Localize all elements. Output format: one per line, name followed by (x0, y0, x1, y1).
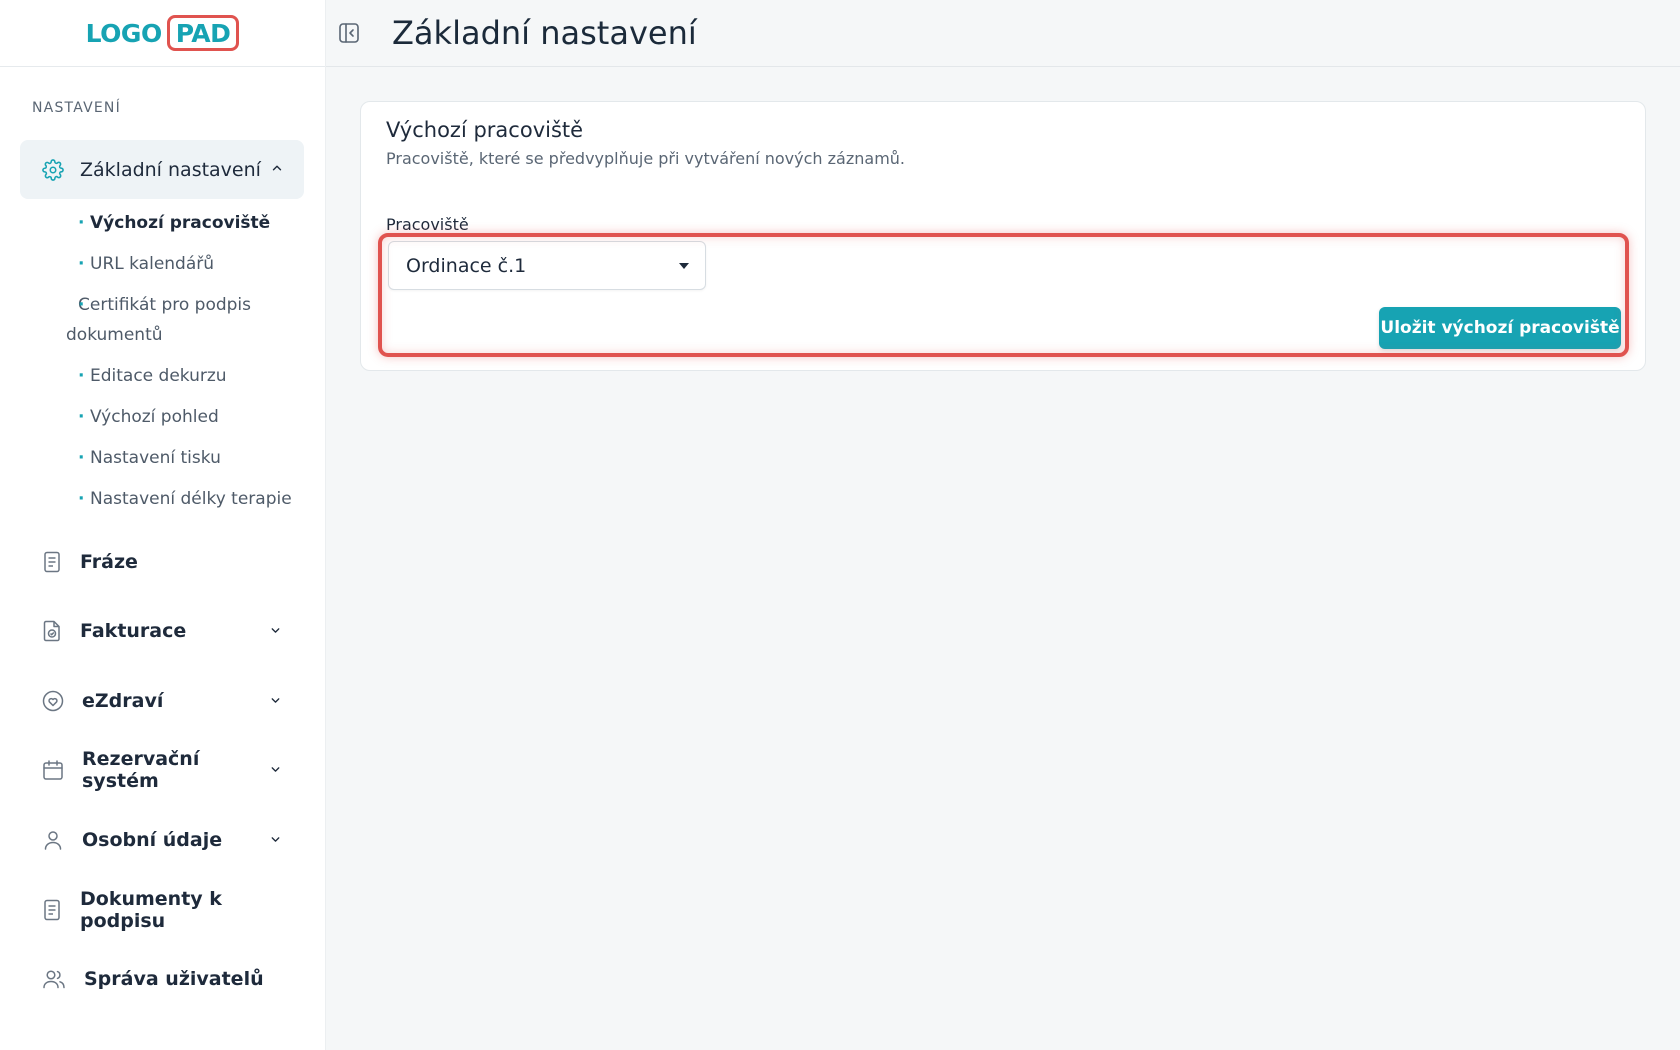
chevron-down-icon (269, 692, 282, 711)
subnav-item-nastaveni-tisku[interactable]: Nastavení tisku (78, 443, 308, 473)
chevron-down-icon (269, 622, 282, 641)
chevron-down-icon (269, 761, 282, 780)
invoice-icon (42, 620, 62, 642)
sidebar-item-label: Rezervační systém (82, 748, 200, 792)
sidebar-item-label: Fráze (80, 551, 138, 573)
subnav-item-url-kalendaru[interactable]: URL kalendářů (78, 249, 308, 279)
logo-area: LOGO PAD (0, 0, 325, 67)
workplace-select[interactable]: Ordinace č.1 (388, 241, 706, 290)
sidebar-item-label: Dokumenty k podpisu (80, 888, 222, 932)
default-workplace-card: Výchozí pracoviště Pracoviště, které se … (360, 101, 1646, 371)
chevron-down-icon (269, 831, 282, 850)
gear-icon (42, 158, 64, 181)
sidebar-item-dokumenty-k-podpisu[interactable]: Dokumenty k podpisu (42, 888, 292, 932)
calendar-icon (42, 759, 64, 781)
page-header: Základní nastavení (326, 0, 1680, 67)
sidebar-section-label: NASTAVENÍ (32, 100, 121, 116)
logo-text: LOGO (85, 18, 163, 48)
sidebar-item-label: Správa uživatelů (84, 968, 264, 990)
sidebar-item-rezervacni-system[interactable]: Rezervační systém (42, 748, 292, 792)
logo[interactable]: LOGO PAD (86, 15, 240, 51)
user-icon (42, 829, 64, 851)
users-icon (42, 968, 66, 990)
caret-down-icon (679, 262, 689, 269)
sidebar-item-fakturace[interactable]: Fakturace (42, 614, 292, 648)
workplace-select-value: Ordinace č.1 (406, 254, 527, 277)
sidebar-item-label: Základní nastavení (80, 158, 261, 181)
sidebar-item-sprava-uzivatelu[interactable]: Správa uživatelů (42, 962, 292, 996)
sidebar-item-label: Fakturace (80, 620, 187, 642)
logo-badge: PAD (166, 15, 240, 51)
sidebar: LOGO PAD NASTAVENÍ Základní nastavení Vý… (0, 0, 326, 1050)
subnav-item-vychozi-pohled[interactable]: Výchozí pohled (78, 402, 308, 432)
sidebar-item-osobni-udaje[interactable]: Osobní údaje (42, 823, 292, 857)
page-title: Základní nastavení (392, 14, 697, 52)
sidebar-item-label: eZdraví (82, 690, 164, 712)
subnav-list: Výchozí pracoviště URL kalendářů Certifi… (66, 208, 308, 525)
card-description: Pracoviště, které se předvyplňuje při vy… (386, 149, 905, 168)
sidebar-item-fraze[interactable]: Fráze (42, 545, 292, 579)
subnav-item-vychozi-pracoviste[interactable]: Výchozí pracoviště (78, 208, 308, 238)
sidebar-collapse-button[interactable] (336, 20, 362, 46)
sidebar-item-label: Osobní údaje (82, 829, 223, 851)
subnav-item-nastaveni-delky-terapie[interactable]: Nastavení délky terapie (78, 484, 308, 514)
workplace-field-label: Pracoviště (386, 215, 469, 234)
chevron-up-icon (270, 160, 284, 179)
sidebar-item-zakladni-nastaveni[interactable]: Základní nastavení (20, 140, 304, 199)
sidebar-item-ezdravi[interactable]: eZdraví (42, 684, 292, 718)
save-default-workplace-button[interactable]: Uložit výchozí pracoviště (1379, 307, 1621, 349)
subnav-item-editace-dekurzu[interactable]: Editace dekurzu (78, 361, 308, 391)
document-icon (42, 899, 62, 921)
subnav-item-certifikat[interactable]: Certifikát pro podpis dokumentů (66, 290, 308, 350)
card-title: Výchozí pracoviště (386, 118, 584, 142)
document-icon (42, 551, 62, 573)
sidebar-collapse-icon (338, 22, 360, 44)
heart-shield-icon (42, 690, 64, 712)
